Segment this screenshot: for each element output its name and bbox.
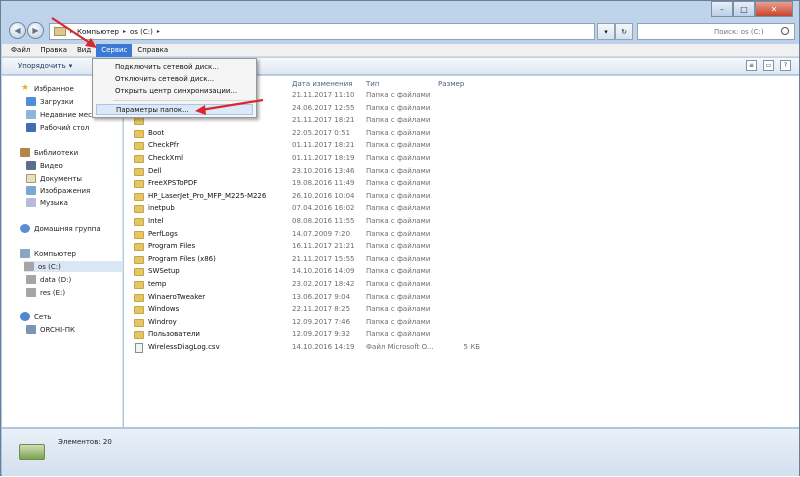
annotation-arrows <box>51 17 264 115</box>
annotation-arrow-to-menu <box>51 17 97 48</box>
explorer-window: – □ ✕ ◀ ▶ ▸ Компьютер ▸ os (C:) ▸ ▾ ↻ По… <box>0 0 800 476</box>
annotation-arrow-to-folder-options <box>195 98 264 115</box>
